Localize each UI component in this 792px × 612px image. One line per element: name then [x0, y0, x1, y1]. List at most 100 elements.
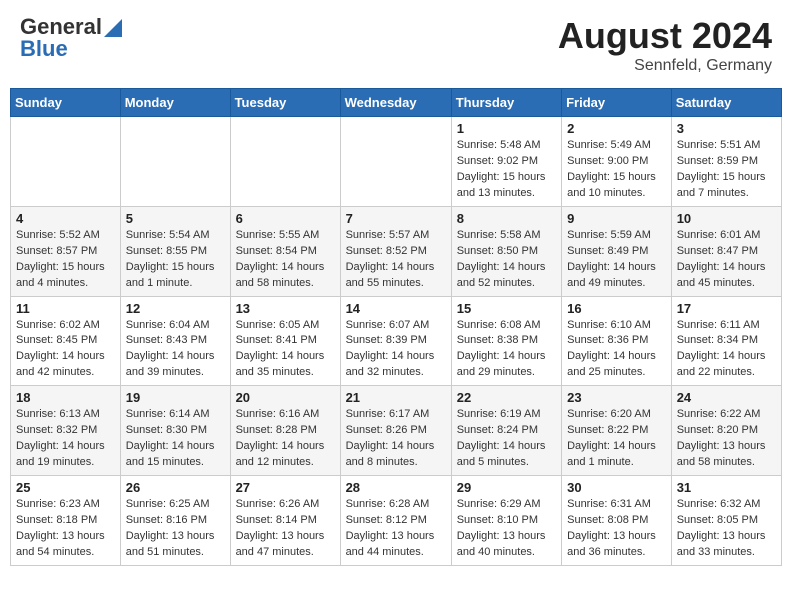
day-number: 11 — [16, 301, 115, 316]
calendar-cell: 15 Sunrise: 6:08 AM Sunset: 8:38 PM Dayli… — [451, 296, 561, 386]
logo-blue-text: Blue — [20, 37, 122, 61]
day-number: 14 — [346, 301, 446, 316]
calendar-cell — [230, 117, 340, 207]
weekday-header: Sunday — [11, 89, 121, 117]
day-info: Sunrise: 5:59 AM Sunset: 8:49 PM Dayligh… — [567, 228, 666, 292]
day-number: 6 — [236, 211, 335, 226]
day-info: Sunrise: 6:23 AM Sunset: 8:18 PM Dayligh… — [16, 497, 115, 561]
day-number: 23 — [567, 390, 666, 405]
calendar-table: SundayMondayTuesdayWednesdayThursdayFrid… — [10, 88, 782, 566]
day-number: 20 — [236, 390, 335, 405]
location: Sennfeld, Germany — [558, 57, 772, 75]
day-number: 8 — [457, 211, 556, 226]
day-number: 25 — [16, 480, 115, 495]
day-info: Sunrise: 5:48 AM Sunset: 9:02 PM Dayligh… — [457, 138, 556, 202]
calendar-cell: 29 Sunrise: 6:29 AM Sunset: 8:10 PM Dayli… — [451, 476, 561, 566]
day-number: 15 — [457, 301, 556, 316]
day-info: Sunrise: 6:26 AM Sunset: 8:14 PM Dayligh… — [236, 497, 335, 561]
calendar-week-row: 1 Sunrise: 5:48 AM Sunset: 9:02 PM Daylig… — [11, 117, 782, 207]
day-info: Sunrise: 6:13 AM Sunset: 8:32 PM Dayligh… — [16, 407, 115, 471]
day-info: Sunrise: 6:29 AM Sunset: 8:10 PM Dayligh… — [457, 497, 556, 561]
calendar-cell: 12 Sunrise: 6:04 AM Sunset: 8:43 PM Dayli… — [120, 296, 230, 386]
day-info: Sunrise: 6:16 AM Sunset: 8:28 PM Dayligh… — [236, 407, 335, 471]
day-info: Sunrise: 6:22 AM Sunset: 8:20 PM Dayligh… — [677, 407, 776, 471]
calendar-cell: 10Sunrise: 6:01 AM Sunset: 8:47 PM Dayli… — [671, 206, 781, 296]
day-info: Sunrise: 6:17 AM Sunset: 8:26 PM Dayligh… — [346, 407, 446, 471]
day-info: Sunrise: 6:20 AM Sunset: 8:22 PM Dayligh… — [567, 407, 666, 471]
day-number: 16 — [567, 301, 666, 316]
day-number: 27 — [236, 480, 335, 495]
day-number: 3 — [677, 121, 776, 136]
day-info: Sunrise: 6:08 AM Sunset: 8:38 PM Dayligh… — [457, 318, 556, 382]
day-number: 18 — [16, 390, 115, 405]
calendar-header-row: SundayMondayTuesdayWednesdayThursdayFrid… — [11, 89, 782, 117]
day-number: 24 — [677, 390, 776, 405]
calendar-cell: 4Sunrise: 5:52 AM Sunset: 8:57 PM Daylig… — [11, 206, 121, 296]
day-number: 22 — [457, 390, 556, 405]
calendar-week-row: 18 Sunrise: 6:13 AM Sunset: 8:32 PM Dayli… — [11, 386, 782, 476]
calendar-cell: 16 Sunrise: 6:10 AM Sunset: 8:36 PM Dayli… — [562, 296, 672, 386]
calendar-cell: 6 Sunrise: 5:55 AM Sunset: 8:54 PM Daylig… — [230, 206, 340, 296]
calendar-cell: 23 Sunrise: 6:20 AM Sunset: 8:22 PM Dayli… — [562, 386, 672, 476]
day-number: 17 — [677, 301, 776, 316]
logo: General Blue — [20, 15, 122, 61]
day-number: 21 — [346, 390, 446, 405]
calendar-cell — [340, 117, 451, 207]
day-number: 2 — [567, 121, 666, 136]
day-info: Sunrise: 5:57 AM Sunset: 8:52 PM Dayligh… — [346, 228, 446, 292]
day-info: Sunrise: 6:05 AM Sunset: 8:41 PM Dayligh… — [236, 318, 335, 382]
calendar-title: August 2024 Sennfeld, Germany — [558, 15, 772, 75]
day-number: 19 — [126, 390, 225, 405]
calendar-cell: 31 Sunrise: 6:32 AM Sunset: 8:05 PM Dayli… — [671, 476, 781, 566]
day-number: 13 — [236, 301, 335, 316]
calendar-cell: 2Sunrise: 5:49 AM Sunset: 9:00 PM Daylig… — [562, 117, 672, 207]
calendar-cell: 17 Sunrise: 6:11 AM Sunset: 8:34 PM Dayli… — [671, 296, 781, 386]
calendar-cell: 14 Sunrise: 6:07 AM Sunset: 8:39 PM Dayli… — [340, 296, 451, 386]
day-info: Sunrise: 6:04 AM Sunset: 8:43 PM Dayligh… — [126, 318, 225, 382]
day-number: 5 — [126, 211, 225, 226]
calendar-cell — [120, 117, 230, 207]
day-info: Sunrise: 6:10 AM Sunset: 8:36 PM Dayligh… — [567, 318, 666, 382]
calendar-cell: 27 Sunrise: 6:26 AM Sunset: 8:14 PM Dayli… — [230, 476, 340, 566]
day-number: 31 — [677, 480, 776, 495]
day-info: Sunrise: 5:54 AM Sunset: 8:55 PM Dayligh… — [126, 228, 225, 292]
day-info: Sunrise: 6:19 AM Sunset: 8:24 PM Dayligh… — [457, 407, 556, 471]
calendar-week-row: 11Sunrise: 6:02 AM Sunset: 8:45 PM Dayli… — [11, 296, 782, 386]
day-number: 12 — [126, 301, 225, 316]
calendar-cell: 22 Sunrise: 6:19 AM Sunset: 8:24 PM Dayli… — [451, 386, 561, 476]
day-info: Sunrise: 6:28 AM Sunset: 8:12 PM Dayligh… — [346, 497, 446, 561]
calendar-cell: 26 Sunrise: 6:25 AM Sunset: 8:16 PM Dayli… — [120, 476, 230, 566]
day-info: Sunrise: 5:55 AM Sunset: 8:54 PM Dayligh… — [236, 228, 335, 292]
calendar-cell: 20 Sunrise: 6:16 AM Sunset: 8:28 PM Dayli… — [230, 386, 340, 476]
calendar-cell: 1 Sunrise: 5:48 AM Sunset: 9:02 PM Daylig… — [451, 117, 561, 207]
calendar-cell: 30 Sunrise: 6:31 AM Sunset: 8:08 PM Dayli… — [562, 476, 672, 566]
day-info: Sunrise: 6:07 AM Sunset: 8:39 PM Dayligh… — [346, 318, 446, 382]
calendar-cell: 25 Sunrise: 6:23 AM Sunset: 8:18 PM Dayli… — [11, 476, 121, 566]
calendar-cell: 28Sunrise: 6:28 AM Sunset: 8:12 PM Dayli… — [340, 476, 451, 566]
day-number: 30 — [567, 480, 666, 495]
day-info: Sunrise: 6:11 AM Sunset: 8:34 PM Dayligh… — [677, 318, 776, 382]
page-header: General Blue August 2024 Sennfeld, Germa… — [10, 10, 782, 80]
calendar-cell: 9Sunrise: 5:59 AM Sunset: 8:49 PM Daylig… — [562, 206, 672, 296]
day-info: Sunrise: 5:51 AM Sunset: 8:59 PM Dayligh… — [677, 138, 776, 202]
calendar-cell: 19 Sunrise: 6:14 AM Sunset: 8:30 PM Dayli… — [120, 386, 230, 476]
day-number: 29 — [457, 480, 556, 495]
day-info: Sunrise: 6:01 AM Sunset: 8:47 PM Dayligh… — [677, 228, 776, 292]
day-number: 4 — [16, 211, 115, 226]
weekday-header: Friday — [562, 89, 672, 117]
calendar-cell: 21 Sunrise: 6:17 AM Sunset: 8:26 PM Dayli… — [340, 386, 451, 476]
day-info: Sunrise: 6:32 AM Sunset: 8:05 PM Dayligh… — [677, 497, 776, 561]
weekday-header: Tuesday — [230, 89, 340, 117]
day-number: 7 — [346, 211, 446, 226]
calendar-cell: 5 Sunrise: 5:54 AM Sunset: 8:55 PM Daylig… — [120, 206, 230, 296]
calendar-cell: 3 Sunrise: 5:51 AM Sunset: 8:59 PM Daylig… — [671, 117, 781, 207]
day-info: Sunrise: 6:31 AM Sunset: 8:08 PM Dayligh… — [567, 497, 666, 561]
day-info: Sunrise: 6:14 AM Sunset: 8:30 PM Dayligh… — [126, 407, 225, 471]
day-number: 26 — [126, 480, 225, 495]
day-number: 1 — [457, 121, 556, 136]
logo-triangle-icon — [104, 19, 122, 37]
calendar-cell: 18 Sunrise: 6:13 AM Sunset: 8:32 PM Dayli… — [11, 386, 121, 476]
calendar-week-row: 4Sunrise: 5:52 AM Sunset: 8:57 PM Daylig… — [11, 206, 782, 296]
day-info: Sunrise: 6:25 AM Sunset: 8:16 PM Dayligh… — [126, 497, 225, 561]
calendar-week-row: 25 Sunrise: 6:23 AM Sunset: 8:18 PM Dayli… — [11, 476, 782, 566]
